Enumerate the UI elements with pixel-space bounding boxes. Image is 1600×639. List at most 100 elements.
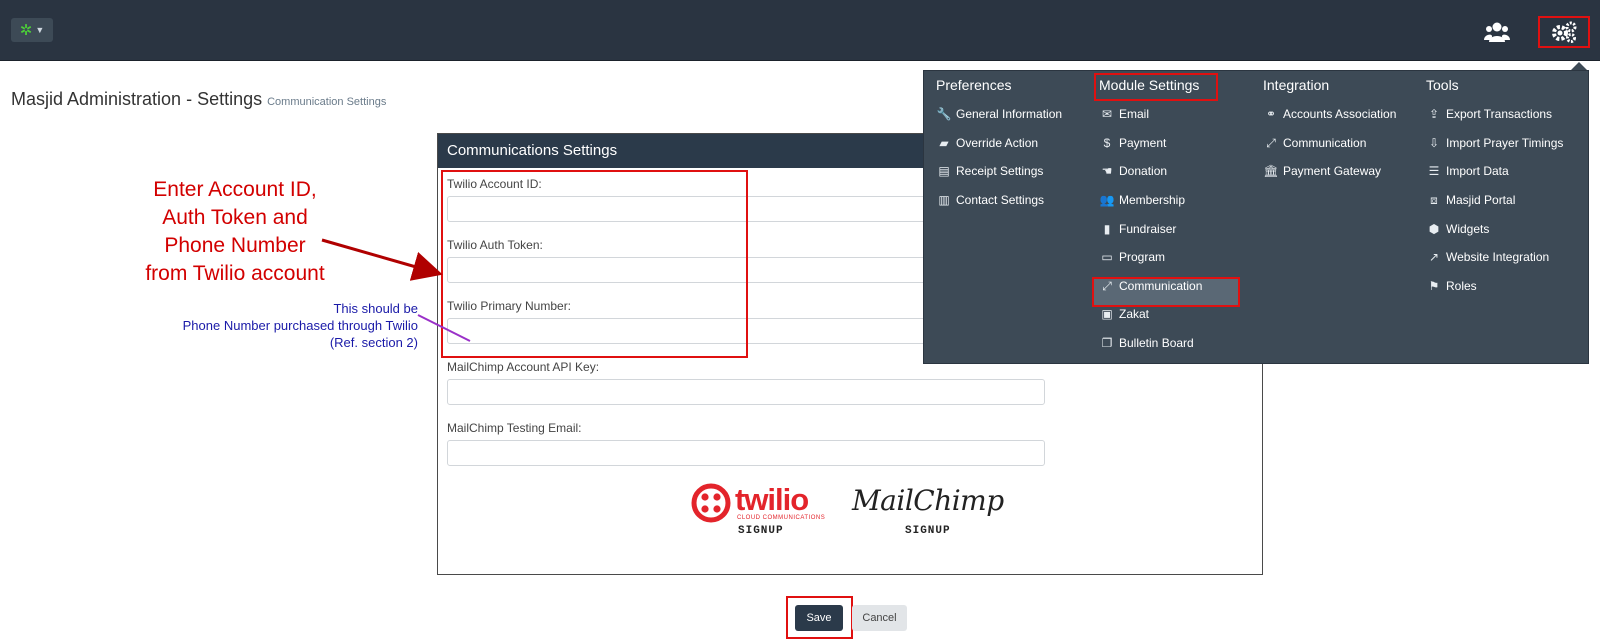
menu-caret — [1571, 62, 1587, 70]
menu-item-label: Zakat — [1119, 307, 1150, 321]
mailchimp-api-key-input[interactable] — [447, 379, 1045, 405]
annotation-line: from Twilio account — [145, 262, 325, 285]
menu-heading-tools: Tools — [1426, 77, 1459, 93]
users-button[interactable] — [1482, 18, 1512, 46]
cube-icon: ⬢ — [1428, 222, 1440, 236]
users-icon: 👥 — [1099, 193, 1115, 207]
page-subtitle: Communication Settings — [267, 96, 387, 108]
menu-item-override-action[interactable]: ▰ Override Action — [936, 132, 1038, 154]
menu-item-donation[interactable]: ☚ Donation — [1099, 160, 1167, 182]
menu-item-import-data[interactable]: ☰ Import Data — [1426, 160, 1509, 182]
menu-item-label: Masjid Portal — [1446, 193, 1516, 207]
menu-item-accounts-association[interactable]: ⚭ Accounts Association — [1263, 103, 1396, 125]
menu-item-email[interactable]: ✉ Email — [1099, 103, 1149, 125]
menu-item-membership[interactable]: 👥 Membership — [1099, 189, 1186, 211]
menu-item-general-information[interactable]: 🔧 General Information — [936, 103, 1063, 125]
annotation-line: Phone Number — [164, 234, 306, 257]
hand-icon: ☚ — [1101, 164, 1113, 178]
menu-item-label: Communication — [1283, 136, 1367, 150]
menu-item-label: Fundraiser — [1119, 222, 1177, 236]
menu-heading-module-settings: Module Settings — [1099, 77, 1200, 93]
menu-item-label: Donation — [1119, 164, 1168, 178]
expand-icon: ⤢ — [1266, 136, 1276, 150]
twilio-wordmark: twilio — [735, 482, 809, 517]
menu-item-label: Payment — [1119, 136, 1167, 150]
gears-icon — [1552, 21, 1577, 43]
annotation-line: Auth Token and — [162, 206, 308, 229]
menu-item-import-prayer-timings[interactable]: ⇩ Import Prayer Timings — [1426, 132, 1563, 154]
menu-item-website-integration[interactable]: ↗ Website Integration — [1426, 246, 1549, 268]
menu-item-label: Email — [1119, 107, 1150, 121]
page-title: Masjid Administration - Settings Communic… — [11, 89, 386, 110]
mailchimp-testing-email-input[interactable] — [447, 440, 1045, 466]
cancel-button[interactable]: Cancel — [852, 605, 907, 631]
menu-item-label: Widgets — [1446, 222, 1490, 236]
dollar-icon: $ — [1103, 136, 1111, 150]
page-title-text: Masjid Administration - Settings — [11, 89, 263, 109]
desktop-icon: ▭ — [1101, 250, 1113, 264]
menu-item-receipt-settings[interactable]: ▤ Receipt Settings — [936, 160, 1043, 182]
external-link-icon: ↗ — [1428, 250, 1440, 264]
save-button[interactable]: Save — [795, 605, 843, 631]
bank-icon: 🏛 — [1263, 164, 1279, 178]
menu-item-label: Receipt Settings — [956, 164, 1044, 178]
menu-item-label: Export Transactions — [1446, 107, 1553, 121]
menu-item-bulletin-board[interactable]: ❐ Bulletin Board — [1099, 332, 1194, 354]
menu-item-label: Roles — [1446, 279, 1477, 293]
app-menu-button[interactable]: ✲ ▼ — [11, 18, 53, 42]
expand-icon: ⤢ — [1102, 279, 1112, 293]
flag-icon: ⚑ — [1428, 279, 1440, 293]
envelope-icon: ✉ — [1101, 107, 1113, 121]
menu-item-masjid-portal[interactable]: ⧈ Masjid Portal — [1426, 189, 1515, 211]
settings-button[interactable] — [1538, 16, 1590, 48]
cog-green-icon: ✲ — [19, 22, 33, 39]
top-navbar: ✲ ▼ — [0, 0, 1600, 61]
annotation-sub-line: Phone Number purchased through Twilio — [182, 318, 418, 333]
twilio-tagline: CLOUD COMMUNICATIONS — [737, 515, 826, 521]
menu-item-label: Communication — [1119, 279, 1203, 293]
menu-item-communication[interactable]: ⤢ Communication — [1099, 275, 1202, 297]
menu-item-zakat[interactable]: ▣ Zakat — [1099, 303, 1149, 325]
menu-item-fundraiser[interactable]: ▮ Fundraiser — [1099, 218, 1177, 240]
menu-item-label: Website Integration — [1446, 250, 1550, 264]
menu-heading-preferences: Preferences — [936, 77, 1012, 93]
settings-dropdown-menu: Preferences 🔧 General Information ▰ Overri… — [923, 70, 1589, 364]
users-icon — [1484, 22, 1510, 42]
annotation-sub-line: This should be — [333, 301, 418, 316]
twilio-logo-icon — [691, 483, 731, 523]
menu-item-label: General Information — [956, 107, 1063, 121]
menu-item-widgets[interactable]: ⬢ Widgets — [1426, 218, 1490, 240]
twilio-signup-label: SIGNUP — [738, 525, 784, 537]
cubes-icon: ⧈ — [1430, 193, 1438, 207]
menu-item-program[interactable]: ▭ Program — [1099, 246, 1165, 268]
menu-item-payment-gateway[interactable]: 🏛 Payment Gateway — [1263, 160, 1381, 182]
menu-item-label: Override Action — [956, 136, 1039, 150]
twilio-fields-highlight-box — [441, 170, 748, 358]
file-icon: ▤ — [938, 164, 950, 178]
money-icon: ▣ — [1101, 307, 1113, 321]
eraser-icon: ▰ — [939, 136, 949, 150]
menu-item-label: Accounts Association — [1283, 107, 1397, 121]
menu-item-integration-communication[interactable]: ⤢ Communication — [1263, 132, 1366, 154]
upload-icon: ⇪ — [1428, 107, 1440, 121]
annotation-main: Enter Account ID, Auth Token and Phone N… — [120, 176, 350, 288]
menu-item-roles[interactable]: ⚑ Roles — [1426, 275, 1477, 297]
mailchimp-signup-label: SIGNUP — [905, 525, 951, 537]
mailchimp-testing-email-label: MailChimp Testing Email: — [447, 421, 582, 435]
menu-item-label: Import Data — [1446, 164, 1509, 178]
menu-item-contact-settings[interactable]: ▥ Contact Settings — [936, 189, 1044, 211]
menu-item-label: Program — [1119, 250, 1166, 264]
chevron-down-icon: ▼ — [35, 25, 45, 35]
menu-item-label: Import Prayer Timings — [1446, 136, 1564, 150]
menu-item-export-transactions[interactable]: ⇪ Export Transactions — [1426, 103, 1552, 125]
annotation-sub: This should be Phone Number purchased th… — [150, 300, 418, 351]
menu-item-label: Payment Gateway — [1283, 164, 1382, 178]
database-icon: ☰ — [1428, 164, 1440, 178]
link-icon: ⚭ — [1265, 107, 1277, 121]
menu-item-label: Membership — [1119, 193, 1186, 207]
annotation-sub-line: (Ref. section 2) — [329, 335, 418, 350]
menu-item-payment[interactable]: $ Payment — [1099, 132, 1167, 154]
wrench-icon: 🔧 — [936, 107, 952, 121]
mailchimp-api-key-label: MailChimp Account API Key: — [447, 360, 600, 374]
building-icon: ▥ — [938, 193, 950, 207]
